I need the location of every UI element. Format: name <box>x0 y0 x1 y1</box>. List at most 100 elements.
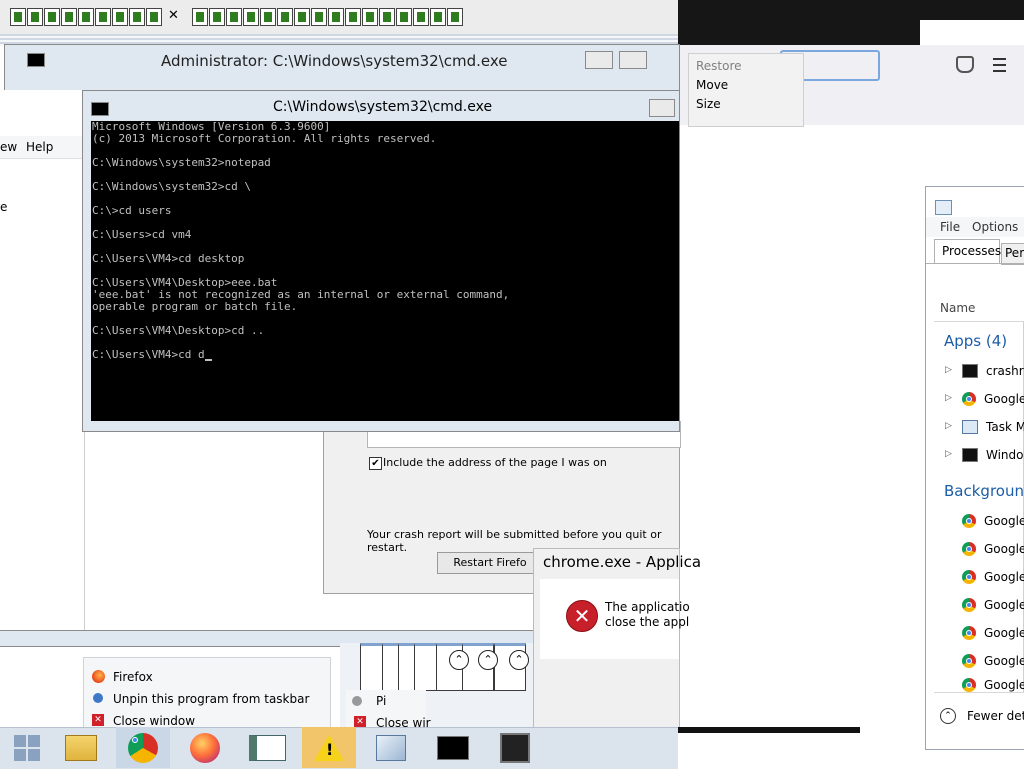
taskbar-chrome[interactable] <box>116 727 170 768</box>
task-manager-icon <box>962 420 978 434</box>
tm-row-label: Task Ma <box>986 420 1024 434</box>
tm-background-row[interactable]: Google <box>962 538 1024 560</box>
tm-background-header: Background <box>944 482 1024 500</box>
taskbar-firefox[interactable] <box>178 727 232 768</box>
menu-item-move[interactable]: Move <box>689 73 803 92</box>
scroll-up-icon[interactable]: ⌃ <box>509 650 529 670</box>
tm-row-label: Google <box>984 570 1024 584</box>
browser-tab[interactable] <box>294 8 310 26</box>
tm-background-row[interactable]: Google <box>962 678 1024 692</box>
tm-row-label: Google <box>984 654 1024 668</box>
browser-tab[interactable] <box>277 8 293 26</box>
jump-item-pin[interactable]: Pi <box>376 694 386 708</box>
tm-column-name[interactable]: Name <box>940 301 975 315</box>
tm-background-row[interactable]: Google <box>962 566 1024 588</box>
browser-tab[interactable] <box>78 8 94 26</box>
taskbar-warning[interactable]: ! <box>302 727 356 768</box>
browser-tab[interactable] <box>146 8 162 26</box>
browser-tab[interactable] <box>311 8 327 26</box>
maximize-button[interactable] <box>619 51 647 69</box>
error-message-line1: The applicatio <box>605 600 690 614</box>
error-dialog-title: chrome.exe - Applica <box>543 553 702 571</box>
tm-background-row[interactable]: Google <box>962 510 1024 532</box>
include-address-checkbox[interactable]: ✔ <box>369 457 382 470</box>
tm-header-divider <box>934 321 1024 322</box>
tm-app-row[interactable]: Google <box>962 388 1024 410</box>
scroll-up-icon[interactable]: ⌃ <box>478 650 498 670</box>
tm-background-row[interactable]: Google <box>962 650 1024 672</box>
expand-arrow-icon[interactable]: ▷ <box>945 365 952 375</box>
crashreporter-icon <box>962 364 978 378</box>
menu-item-restore[interactable]: Restore <box>689 54 803 73</box>
pin-icon <box>352 696 362 706</box>
browser-tab[interactable] <box>61 8 77 26</box>
minimize-button[interactable] <box>585 51 613 69</box>
browser-tab[interactable] <box>129 8 145 26</box>
browser-tab[interactable] <box>209 8 225 26</box>
menu-view[interactable]: ew <box>0 140 17 154</box>
cmd-window: C:\Windows\system32\cmd.exe Microsoft Wi… <box>82 90 680 432</box>
console-line: C:\Users>cd vm4 <box>92 228 192 241</box>
browser-tab[interactable] <box>260 8 276 26</box>
close-window-icon: ✕ <box>92 714 104 726</box>
scroll-up-icon[interactable]: ⌃ <box>449 650 469 670</box>
restart-firefox-button[interactable]: Restart Firefo <box>437 552 543 574</box>
taskbar-task-manager[interactable] <box>364 727 418 768</box>
tm-app-row[interactable]: Task Ma <box>962 416 1024 438</box>
browser-tab[interactable] <box>27 8 43 26</box>
tm-app-row[interactable]: Window <box>962 444 1024 466</box>
browser-tab[interactable] <box>243 8 259 26</box>
jump-item-close-window[interactable]: Close window <box>113 714 195 728</box>
tm-menu-file[interactable]: File <box>940 220 960 234</box>
taskbar-crash-reporter[interactable] <box>488 727 542 768</box>
browser-tab[interactable] <box>192 8 208 26</box>
expand-arrow-icon[interactable]: ▷ <box>945 393 952 403</box>
tm-footer-divider <box>934 692 1024 693</box>
browser-tab[interactable] <box>430 8 446 26</box>
chrome-icon <box>128 732 158 763</box>
browser-tab[interactable] <box>413 8 429 26</box>
browser-tab[interactable] <box>10 8 26 26</box>
tm-background-row[interactable]: Google <box>962 622 1024 644</box>
console-output: Microsoft Windows [Version 6.3.9600] (c) … <box>92 121 509 361</box>
taskbar-cmd[interactable] <box>426 727 480 768</box>
pocket-icon[interactable] <box>956 56 974 73</box>
taskbar-window-app[interactable] <box>240 727 294 768</box>
jump-item-firefox[interactable]: Firefox <box>113 670 153 684</box>
chrome-icon <box>962 678 976 692</box>
tm-tab-performance[interactable]: Perf <box>1001 243 1024 265</box>
tm-row-label: Google <box>984 598 1024 612</box>
menu-item-size[interactable]: Size <box>689 92 803 111</box>
browser-tab[interactable] <box>112 8 128 26</box>
taskbar-file-explorer[interactable] <box>54 727 108 768</box>
minimize-button[interactable] <box>649 99 675 117</box>
console-prompt: C:\Users\VM4>cd d <box>92 349 509 361</box>
tm-menu-options[interactable]: Options <box>972 220 1018 234</box>
windows-logo-icon <box>14 734 40 761</box>
browser-tab[interactable] <box>226 8 242 26</box>
tm-app-row[interactable]: crashrep <box>962 360 1024 382</box>
include-address-label: Include the address of the page I was on <box>383 456 607 469</box>
browser-tab[interactable] <box>95 8 111 26</box>
console-area[interactable]: Microsoft Windows [Version 6.3.9600] (c) … <box>91 121 679 421</box>
dark-background-strip <box>678 0 920 45</box>
hamburger-menu-icon[interactable] <box>993 58 1006 72</box>
tm-background-row[interactable]: Google <box>962 594 1024 616</box>
browser-tab[interactable] <box>328 8 344 26</box>
tm-tab-processes[interactable]: Processes <box>934 239 1001 264</box>
start-button[interactable] <box>0 727 54 768</box>
expand-arrow-icon[interactable]: ▷ <box>945 449 952 459</box>
expand-arrow-icon[interactable]: ▷ <box>945 421 952 431</box>
browser-tab[interactable] <box>44 8 60 26</box>
fewer-details-icon[interactable]: ⌃ <box>940 708 956 724</box>
browser-tab[interactable] <box>345 8 361 26</box>
browser-tab[interactable] <box>379 8 395 26</box>
menu-help[interactable]: Help <box>26 140 53 154</box>
browser-tab[interactable] <box>396 8 412 26</box>
tab-close-icon[interactable]: ✕ <box>168 8 179 23</box>
firefox-jump-list: Firefox Unpin this program from taskbar … <box>83 657 331 729</box>
browser-tab[interactable] <box>447 8 463 26</box>
jump-item-unpin[interactable]: Unpin this program from taskbar <box>113 692 309 706</box>
fewer-details-link[interactable]: Fewer deta <box>967 709 1024 723</box>
browser-tab[interactable] <box>362 8 378 26</box>
